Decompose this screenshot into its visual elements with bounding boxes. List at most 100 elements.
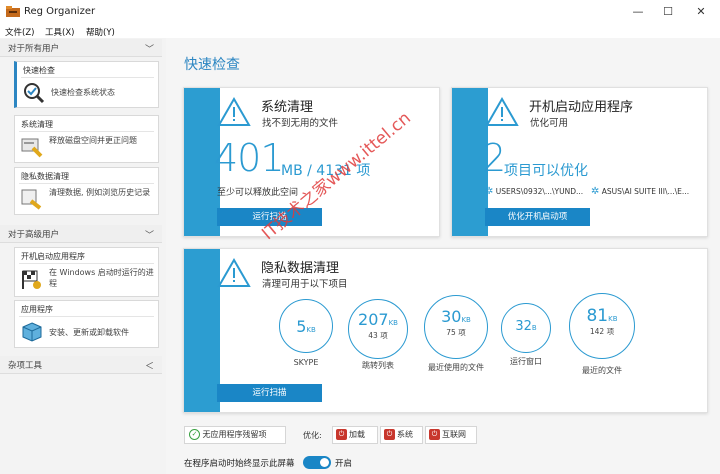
sidebar-item-applications[interactable]: 应用程序 安装、更新或卸载软件 [14, 300, 159, 348]
card-desc: 在 Windows 启动时运行的进程 [49, 268, 154, 288]
warning-icon [217, 258, 251, 287]
panel-subtitle: 优化可用 [530, 118, 569, 129]
startup-item[interactable]: ✲ USERS\0932\...\YUND... [485, 186, 583, 197]
startup-count-value: 2 [482, 136, 506, 180]
startup-flag-icon [22, 270, 41, 289]
menu-help[interactable]: 帮助(Y) [86, 26, 115, 38]
sidebar-section-advanced[interactable]: 对于高级用户 ﹀ [0, 225, 162, 243]
sidebar-item-startup-apps[interactable]: 开机启动应用程序 在 Windows 启动时运行的进程 [14, 247, 159, 297]
sidebar-item-quick-check[interactable]: 快速检查 快速检查系统状态 [14, 61, 159, 108]
gear-icon: ✲ [485, 186, 494, 197]
circle-count: 142 项 [589, 327, 615, 336]
cleanup-size-value: 401 [214, 136, 285, 180]
card-desc: 释放磁盘空间并更正问题 [49, 136, 137, 145]
title-bar [0, 0, 720, 24]
always-show-label: 在程序启动时始终显示此屏幕 [184, 459, 295, 469]
chip-label: 互联网 [442, 430, 466, 439]
menu-file[interactable]: 文件(Z) [5, 26, 34, 38]
panel-title: 隐私数据清理 [261, 261, 340, 276]
card-title: 开机启动应用程序 [21, 252, 85, 261]
chip-label: 系统 [397, 430, 413, 439]
card-title: 应用程序 [21, 305, 53, 314]
privacy-item-skype[interactable]: 5KB [279, 299, 333, 353]
chevron-down-icon: ﹀ [144, 45, 154, 55]
circle-unit: KB [461, 316, 471, 324]
startup-item[interactable]: ✲ ASUS\AI SUITE III\...\E... [591, 186, 689, 197]
sidebar-item-privacy-cleanup[interactable]: 隐私数据清理 清理数据, 例如浏览历史记录 [14, 167, 159, 215]
circle-value: 81 [586, 306, 609, 326]
card-title: 系统清理 [21, 120, 53, 129]
divider [19, 183, 154, 184]
cleanup-note: 至少可以释放此空间 [217, 188, 299, 198]
app-logo-icon [6, 6, 20, 17]
privacy-item-jump-list[interactable]: 207KB 43 项 [348, 299, 408, 359]
panel-title: 开机启动应用程序 [529, 100, 634, 115]
stop-icon: ⏻ [336, 429, 347, 440]
optimize-internet-button[interactable]: ⏻ 互联网 [425, 426, 477, 444]
panel-accent-strip [184, 249, 220, 412]
startup-item-path: ASUS\AI SUITE III\...\E... [601, 187, 690, 196]
privacy-item-recent-files[interactable]: 81KB 142 项 [569, 293, 635, 359]
gear-icon: ✲ [591, 186, 600, 197]
chevron-down-icon: ﹀ [144, 231, 154, 241]
divider [19, 131, 154, 132]
maximize-button[interactable]: ☐ [660, 4, 676, 20]
circle-unit: KB [388, 319, 398, 327]
optimize-startup-button[interactable]: 优化开机启动项 [485, 208, 590, 226]
card-desc: 快速检查系统状态 [51, 88, 115, 97]
divider [19, 263, 154, 264]
privacy-cleanup-panel: 隐私数据清理 清理可用于以下项目 5KB SKYPE 207KB 43 项 跳转… [183, 248, 708, 413]
privacy-item-recent-used-files[interactable]: 30KB 75 项 [424, 295, 488, 359]
card-desc: 清理数据, 例如浏览历史记录 [49, 188, 151, 197]
circle-unit: B [531, 324, 537, 332]
privacy-brush-icon [21, 189, 42, 210]
circle-label: 最近使用的文件 [428, 363, 484, 372]
sidebar-item-system-cleanup[interactable]: 系统清理 释放磁盘空间并更正问题 [14, 115, 159, 163]
run-scan-button[interactable]: 运行扫描 [217, 384, 322, 402]
toggle-knob [320, 458, 329, 467]
cleanup-icon [21, 138, 43, 158]
section-label: 对于高级用户 [8, 230, 60, 240]
stop-icon: ⏻ [429, 429, 440, 440]
section-label: 杂项工具 [8, 361, 43, 371]
page-title: 快速检查 [184, 57, 240, 73]
circle-count: 75 项 [446, 328, 466, 337]
circle-label: 最近的文件 [582, 366, 622, 375]
menu-tools[interactable]: 工具(X) [45, 26, 74, 38]
chip-label: 无应用程序残留项 [202, 430, 267, 439]
no-leftovers-chip[interactable]: ✓ 无应用程序残留项 [184, 426, 286, 444]
panel-title: 系统清理 [261, 100, 314, 115]
sidebar-section-all-users[interactable]: 对于所有用户 ﹀ [0, 39, 162, 57]
startup-item-path: USERS\0932\...\YUND... [495, 187, 584, 196]
privacy-item-run-window[interactable]: 32B [501, 303, 551, 353]
card-desc: 安装、更新或卸载软件 [49, 328, 129, 337]
startup-apps-panel: 开机启动应用程序 优化可用 2 项目可以优化 ✲ USERS\0932\...\… [451, 87, 708, 237]
circle-label: SKYPE [293, 358, 319, 367]
circle-label: 跳转列表 [362, 361, 394, 370]
divider [21, 77, 154, 78]
window-title: Reg Organizer [24, 6, 96, 17]
toggle-state: 开启 [335, 459, 353, 469]
optimize-load-button[interactable]: ⏻ 加载 [332, 426, 378, 444]
card-title: 隐私数据清理 [21, 172, 69, 181]
panel-subtitle: 找不到无用的文件 [262, 118, 339, 129]
section-label: 对于所有用户 [8, 44, 60, 54]
circle-count: 43 项 [368, 331, 388, 340]
warning-icon [217, 97, 251, 126]
warning-icon [485, 97, 519, 126]
minimize-button[interactable]: — [630, 4, 646, 20]
always-show-toggle[interactable] [303, 456, 331, 469]
card-title: 快速检查 [23, 66, 55, 75]
circle-unit: KB [608, 315, 618, 323]
optimize-system-button[interactable]: ⏻ 系统 [380, 426, 423, 444]
startup-count-text: 项目可以优化 [504, 163, 588, 179]
circle-value: 5 [296, 317, 307, 336]
divider [19, 316, 154, 317]
panel-subtitle: 清理可用于以下项目 [262, 279, 348, 290]
close-button[interactable]: ✕ [693, 4, 709, 20]
circle-value: 30 [441, 307, 462, 326]
stop-icon: ⏻ [384, 429, 395, 440]
chip-label: 加载 [349, 430, 365, 439]
circle-unit: KB [306, 326, 316, 334]
sidebar-section-misc-tools[interactable]: 杂项工具 ＜ [0, 356, 162, 374]
